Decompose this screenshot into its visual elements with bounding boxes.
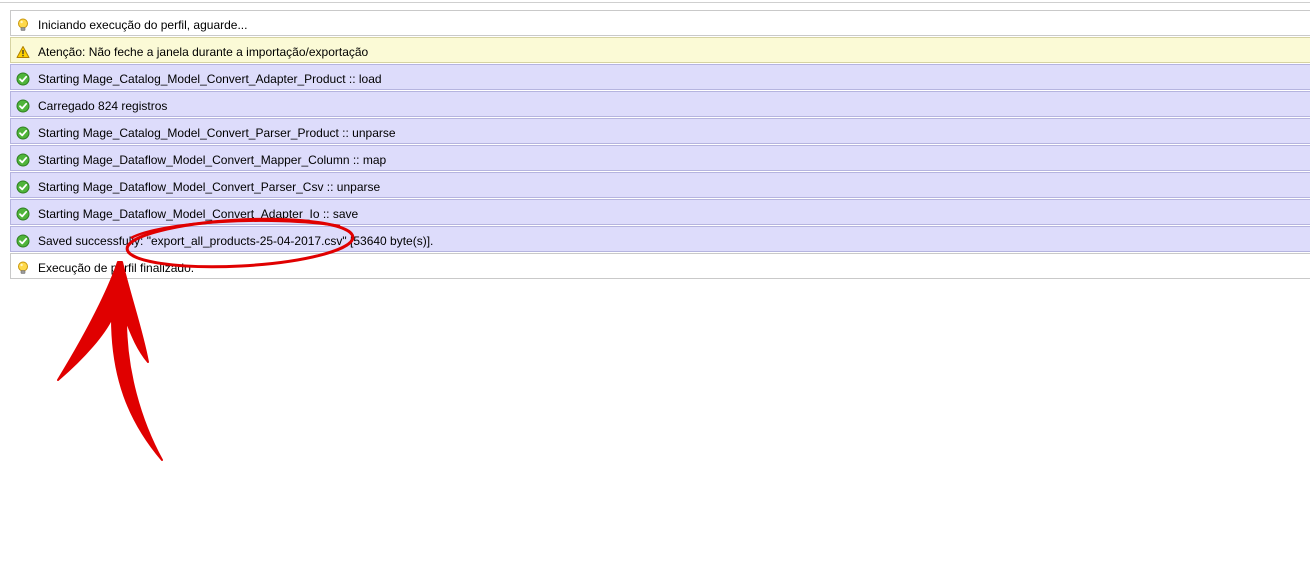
annotation-arrow <box>57 261 163 461</box>
top-divider <box>0 2 1310 3</box>
check-circle-icon <box>16 231 30 248</box>
log-message-row: Starting Mage_Dataflow_Model_Convert_Ada… <box>10 199 1310 225</box>
log-message-row: Execução de perfil finalizado. <box>10 253 1310 279</box>
log-message-text: Starting Mage_Dataflow_Model_Convert_Ada… <box>38 207 359 221</box>
log-message-row: Starting Mage_Catalog_Model_Convert_Adap… <box>10 64 1310 90</box>
lightbulb-icon <box>16 15 30 31</box>
lightbulb-icon <box>16 258 30 274</box>
check-circle-icon <box>16 177 30 194</box>
log-message-row: Carregado 824 registros <box>10 91 1310 117</box>
profile-execution-log: Iniciando execução do perfil, aguarde...… <box>10 10 1310 280</box>
log-message-text: Starting Mage_Dataflow_Model_Convert_Map… <box>38 153 387 167</box>
warning-icon <box>16 42 30 58</box>
log-message-text: Iniciando execução do perfil, aguarde... <box>38 18 248 32</box>
log-message-row: Starting Mage_Catalog_Model_Convert_Pars… <box>10 118 1310 144</box>
log-message-row: Starting Mage_Dataflow_Model_Convert_Par… <box>10 172 1310 198</box>
log-message-text: Starting Mage_Catalog_Model_Convert_Adap… <box>38 72 382 86</box>
log-message-text: Carregado 824 registros <box>38 99 168 113</box>
log-message-text: Execução de perfil finalizado. <box>38 261 195 275</box>
log-message-text: Starting Mage_Catalog_Model_Convert_Pars… <box>38 126 396 140</box>
check-circle-icon <box>16 123 30 140</box>
log-message-row: Iniciando execução do perfil, aguarde... <box>10 10 1310 36</box>
log-message-text: Atenção: Não feche a janela durante a im… <box>38 45 369 59</box>
log-message-row: Starting Mage_Dataflow_Model_Convert_Map… <box>10 145 1310 171</box>
check-circle-icon <box>16 69 30 86</box>
log-message-row: Atenção: Não feche a janela durante a im… <box>10 37 1310 63</box>
check-circle-icon <box>16 204 30 221</box>
log-message-text: Starting Mage_Dataflow_Model_Convert_Par… <box>38 180 381 194</box>
log-message-row-saved-file: Saved successfully: "export_all_products… <box>10 226 1310 252</box>
log-message-text: Saved successfully: "export_all_products… <box>38 234 434 248</box>
check-circle-icon <box>16 150 30 167</box>
check-circle-icon <box>16 96 30 113</box>
